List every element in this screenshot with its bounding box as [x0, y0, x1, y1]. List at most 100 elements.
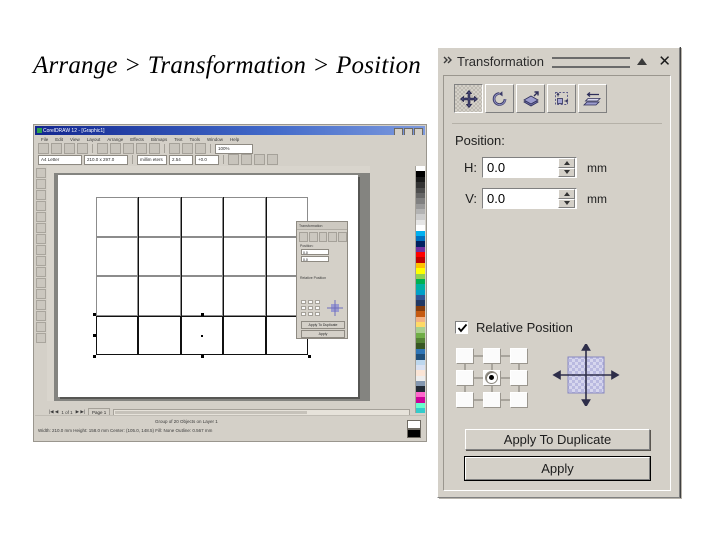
size-tool-button[interactable] [547, 84, 576, 113]
app-anchor-cell-6[interactable] [301, 312, 306, 316]
menu-item-layout[interactable]: Layout [87, 137, 101, 142]
snap-to-guides-icon[interactable] [241, 154, 252, 165]
app-transformation-docker[interactable]: Transformation Position: 0.0 0.0 Relativ… [296, 221, 348, 339]
scale-mirror-tool-button[interactable] [516, 84, 545, 113]
eyedropper-tool-icon[interactable] [36, 300, 46, 310]
zoom-tool-icon[interactable] [36, 201, 46, 211]
grid-rectangle[interactable] [223, 276, 266, 316]
pick-tool-icon[interactable] [36, 168, 46, 178]
app-launcher-icon[interactable] [195, 143, 206, 154]
snap-to-grid-icon[interactable] [228, 154, 239, 165]
app-docker-anchor-grid[interactable] [301, 300, 323, 318]
skew-tool-button[interactable] [578, 84, 607, 113]
text-tool-icon[interactable] [36, 278, 46, 288]
transform-mode-toolbar[interactable] [454, 84, 607, 113]
grid-rectangle[interactable] [96, 315, 139, 355]
menu-item-help[interactable]: Help [230, 137, 239, 142]
import-icon[interactable] [169, 143, 180, 154]
anchor-cell-1[interactable] [483, 348, 501, 364]
relative-position-checkbox[interactable] [455, 321, 468, 334]
units-combo[interactable]: millim eters [137, 154, 167, 165]
app-docker-h-field[interactable]: 0.0 [301, 249, 329, 255]
undo-icon[interactable] [136, 143, 147, 154]
paper-type-combo[interactable]: A4 Letter [38, 154, 82, 165]
grid-rectangle[interactable] [223, 197, 266, 237]
snap-to-objects-icon[interactable] [254, 154, 265, 165]
vertical-decrement-button[interactable] [558, 198, 575, 208]
save-icon[interactable] [64, 143, 75, 154]
app-docker-toolbar[interactable] [297, 230, 347, 242]
options-icon[interactable] [267, 154, 278, 165]
grid-rectangle[interactable] [180, 276, 224, 316]
app-anchor-cell-3[interactable] [301, 306, 306, 310]
shape-tool-icon[interactable] [36, 179, 46, 189]
anchor-point-grid[interactable] [456, 348, 528, 408]
horizontal-stepper[interactable] [558, 158, 575, 177]
freehand-tool-icon[interactable] [36, 212, 46, 222]
outline-color-swatch[interactable] [407, 429, 421, 438]
outline-tool-icon[interactable] [36, 311, 46, 321]
app-size-tool-icon[interactable] [328, 232, 338, 242]
drag-handle-icon[interactable] [443, 55, 455, 67]
grid-rectangle[interactable] [138, 197, 181, 237]
page-dimensions-field[interactable]: 210.0 x 297.0 [84, 154, 128, 165]
grid-rectangle[interactable] [223, 236, 266, 276]
menu-item-edit[interactable]: Edit [55, 137, 63, 142]
menu-item-file[interactable]: File [41, 137, 48, 142]
triangle-up-icon[interactable] [637, 57, 648, 65]
duplicate-distance-field[interactable]: +0.0 [195, 154, 219, 165]
new-icon[interactable] [38, 143, 49, 154]
grid-rectangle[interactable] [138, 276, 181, 316]
app-anchor-cell-4[interactable] [308, 306, 313, 310]
horizontal-increment-button[interactable] [558, 158, 575, 168]
anchor-selected-indicator[interactable] [485, 371, 498, 384]
cut-icon[interactable] [97, 143, 108, 154]
close-icon[interactable]: ✕ [658, 54, 671, 69]
grid-rectangle[interactable] [138, 236, 181, 276]
apply-button[interactable]: Apply [464, 456, 651, 481]
app-skew-tool-icon[interactable] [338, 232, 347, 242]
app-position-tool-icon[interactable] [299, 232, 308, 242]
app-scale-tool-icon[interactable] [318, 232, 328, 242]
zoom-level-combo[interactable]: 100% [215, 143, 253, 154]
grid-rectangle[interactable] [138, 315, 181, 355]
app-anchor-cell-8[interactable] [315, 312, 320, 316]
color-palette[interactable] [415, 166, 425, 414]
apply-to-duplicate-button[interactable]: Apply To Duplicate [465, 429, 650, 450]
menu-item-view[interactable]: View [70, 137, 80, 142]
selection-handle[interactable] [200, 355, 204, 358]
ellipse-tool-icon[interactable] [36, 245, 46, 255]
open-icon[interactable] [51, 143, 62, 154]
fill-tool-icon[interactable] [36, 322, 46, 332]
anchor-cell-6[interactable] [456, 392, 474, 408]
menu-item-tools[interactable]: Tools [189, 137, 200, 142]
redo-icon[interactable] [149, 143, 160, 154]
selection-handle[interactable] [93, 333, 96, 337]
app-docker-relative-label[interactable]: Relative Position [300, 276, 347, 280]
vertical-stepper[interactable] [558, 189, 575, 208]
grid-rectangle[interactable] [180, 197, 224, 237]
anchor-cell-0[interactable] [456, 348, 474, 364]
app-property-bar[interactable]: A4 Letter 210.0 x 297.0 millim eters 2.5… [35, 154, 425, 165]
app-rotate-tool-icon[interactable] [308, 232, 318, 242]
app-anchor-cell-1[interactable] [308, 300, 313, 304]
grid-rectangle[interactable] [96, 197, 139, 237]
fill-color-swatch[interactable] [407, 420, 421, 429]
menu-item-text[interactable]: Text [174, 137, 182, 142]
nudge-field[interactable]: 2.54 [169, 154, 193, 165]
docker-title-bar[interactable]: Transformation ✕ [438, 48, 681, 74]
polygon-tool-icon[interactable] [36, 256, 46, 266]
horizontal-decrement-button[interactable] [558, 167, 575, 177]
app-docker-apply-button[interactable]: Apply [301, 330, 345, 338]
rectangle-grid-object[interactable] [93, 197, 311, 358]
anchor-cell-8[interactable] [510, 392, 528, 408]
app-toolbox[interactable] [35, 166, 47, 401]
app-docker-apply-duplicate-button[interactable]: Apply To Duplicate [301, 321, 345, 329]
palette-swatch-45[interactable] [416, 407, 425, 414]
export-icon[interactable] [182, 143, 193, 154]
selection-handle[interactable] [93, 355, 96, 358]
menu-item-window[interactable]: Window [207, 137, 223, 142]
relative-position-row[interactable]: Relative Position [455, 320, 573, 335]
crop-tool-icon[interactable] [36, 190, 46, 200]
anchor-cell-7[interactable] [483, 392, 501, 408]
